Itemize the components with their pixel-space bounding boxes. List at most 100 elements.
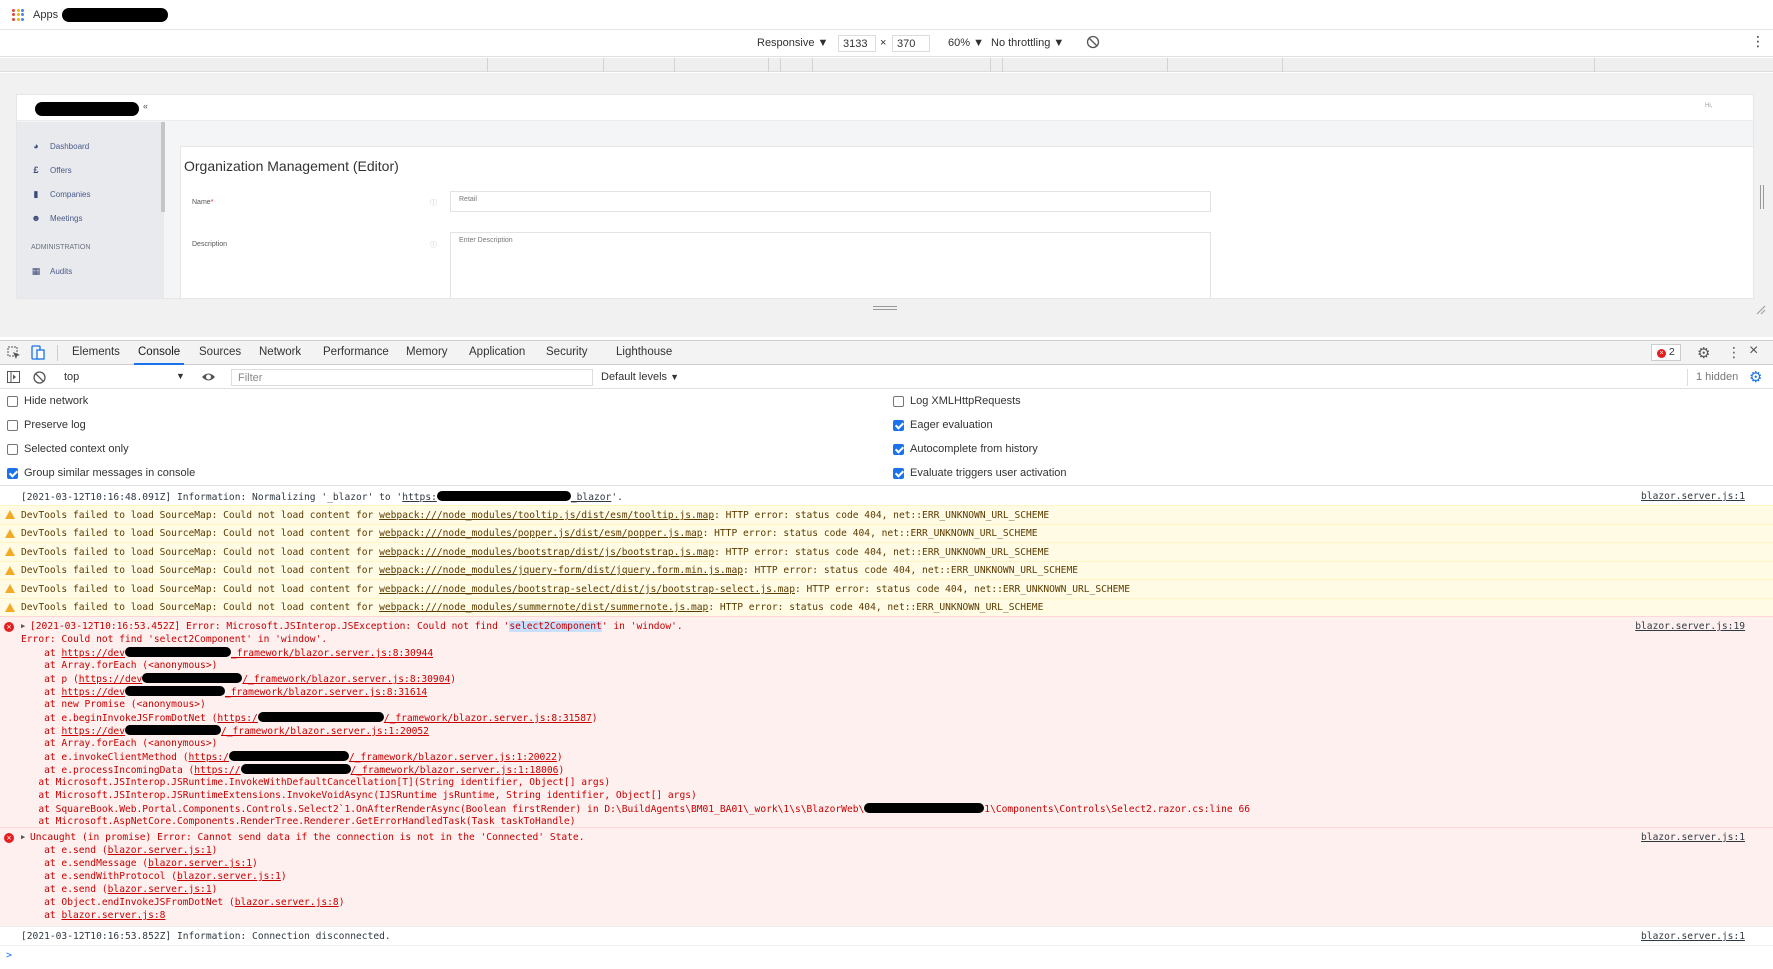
frame-link[interactable]: /_framework/blazor.server.js:1:20022	[349, 752, 557, 763]
hide-network-checkbox[interactable]: Hide network	[7, 395, 88, 407]
frame-link[interactable]: /_framework/blazor.server.js:1:18006	[351, 765, 559, 776]
frame-link[interactable]: https://dev	[61, 687, 125, 698]
frame-link[interactable]: https://dev	[79, 674, 143, 685]
message-text: DevTools failed to load SourceMap: Could…	[21, 510, 1049, 521]
eager-evaluation-checkbox[interactable]: Eager evaluation	[893, 419, 993, 431]
frame-suffix: )	[450, 674, 457, 685]
frame-link[interactable]: https://dev	[61, 726, 125, 737]
filter-input[interactable]: Filter	[231, 369, 593, 386]
checkbox-box	[893, 395, 904, 407]
error-count-badge[interactable]: × 2	[1651, 344, 1681, 361]
sourcemap-link[interactable]: webpack:///node_modules/bootstrap-select…	[379, 584, 795, 595]
expand-triangle-icon[interactable]: ▶	[21, 833, 25, 841]
sourcemap-link[interactable]: webpack:///node_modules/summernote/dist/…	[379, 602, 708, 613]
inspect-element-icon[interactable]	[7, 346, 21, 363]
frame-link[interactable]: https://dev	[61, 648, 125, 659]
frame-link[interactable]: /_framework/blazor.server.js:1:20052	[221, 726, 429, 737]
apps-label[interactable]: Apps	[33, 9, 58, 21]
sourcemap-link[interactable]: webpack:///node_modules/tooltip.js/dist/…	[379, 510, 714, 521]
source-link[interactable]: blazor.server.js:19	[1635, 621, 1745, 632]
tab-elements[interactable]: Elements	[72, 346, 120, 358]
frame-link[interactable]: _framework/blazor.server.js:8:31614	[225, 687, 427, 698]
frame-link[interactable]: /_framework/blazor.server.js:8:30904	[242, 674, 450, 685]
name-input[interactable]: Retail	[450, 191, 1211, 212]
sidebar-toggle-icon[interactable]	[7, 371, 20, 386]
frame-prefix: at	[21, 648, 62, 659]
sidebar-item-offers[interactable]: £ Offers	[31, 166, 71, 176]
description-textarea[interactable]: Enter Description	[450, 232, 1211, 298]
frame-link[interactable]: https:/	[189, 752, 229, 763]
log-xhr-checkbox[interactable]: Log XMLHttpRequests	[893, 395, 1021, 407]
apps-grid-icon[interactable]	[12, 8, 24, 21]
sidebar-item-companies[interactable]: ▮ Companies	[31, 190, 91, 200]
source-link[interactable]: blazor.server.js:1	[1641, 491, 1745, 502]
tab-network[interactable]: Network	[259, 346, 301, 358]
sidebar-item-dashboard[interactable]: ◕ Dashboard	[31, 142, 89, 152]
url-link[interactable]: _blazor	[571, 492, 611, 503]
frame-link[interactable]: blazor.server.js:8	[61, 910, 165, 921]
throttle-select[interactable]: No throttling ▼	[991, 37, 1064, 49]
corner-resize-icon[interactable]	[1756, 302, 1766, 315]
group-similar-checkbox[interactable]: Group similar messages in console	[7, 467, 195, 479]
frame-suffix: )	[211, 845, 218, 856]
media-query-ruler[interactable]	[0, 58, 1773, 72]
more-options-icon[interactable]: ⋮	[1751, 34, 1765, 48]
checkbox-label: Preserve log	[24, 419, 86, 431]
live-expression-eye-icon[interactable]	[201, 370, 216, 387]
frame-link[interactable]: blazor.server.js:1	[148, 858, 252, 869]
levels-select[interactable]: Default levels ▼	[601, 371, 679, 383]
source-link[interactable]: blazor.server.js:1	[1641, 931, 1745, 942]
tab-sources[interactable]: Sources	[199, 346, 241, 358]
frame-link[interactable]: /_framework/blazor.server.js:8:31587	[384, 713, 592, 724]
device-toggle-icon[interactable]	[31, 345, 45, 363]
settings-gear-icon[interactable]: ⚙	[1697, 344, 1710, 362]
admin-heading: ADMINISTRATION	[31, 244, 91, 251]
sidebar-item-meetings[interactable]: ☻ Meetings	[31, 214, 82, 224]
evaluate-triggers-checkbox[interactable]: Evaluate triggers user activation	[893, 467, 1067, 479]
source-link[interactable]: blazor.server.js:1	[1641, 832, 1745, 843]
console-settings-icon[interactable]: ⚙	[1749, 368, 1762, 386]
viewport-scrollbar[interactable]	[1760, 185, 1764, 209]
console-prompt[interactable]: >	[0, 945, 1773, 967]
tab-lighthouse[interactable]: Lighthouse	[616, 346, 672, 358]
url-link[interactable]: https:	[402, 492, 437, 503]
height-input[interactable]: 370	[892, 35, 930, 52]
device-select[interactable]: Responsive ▼	[757, 37, 828, 49]
checkbox-box	[7, 443, 18, 455]
tab-security[interactable]: Security	[546, 346, 588, 358]
frame-link[interactable]: blazor.server.js:1	[108, 884, 212, 895]
bookmarks-bar: Apps	[0, 0, 1773, 30]
page-title: Organization Management (Editor)	[184, 158, 399, 174]
tab-memory[interactable]: Memory	[406, 346, 448, 358]
sourcemap-link[interactable]: webpack:///node_modules/popper.js/dist/e…	[379, 528, 702, 539]
tab-console[interactable]: Console	[133, 346, 185, 365]
frame-link[interactable]: _framework/blazor.server.js:8:30944	[231, 648, 433, 659]
preserve-log-checkbox[interactable]: Preserve log	[7, 419, 86, 431]
width-input[interactable]: 3133	[838, 35, 876, 52]
frame-link[interactable]: blazor.server.js:8	[235, 897, 339, 908]
close-devtools-icon[interactable]: ×	[1749, 342, 1758, 360]
checkbox-label: Autocomplete from history	[910, 443, 1038, 455]
tab-application[interactable]: Application	[469, 346, 525, 358]
clear-console-icon[interactable]	[33, 371, 46, 387]
zoom-select[interactable]: 60% ▼	[948, 37, 984, 49]
tab-performance[interactable]: Performance	[323, 346, 389, 358]
sourcemap-link[interactable]: webpack:///node_modules/bootstrap/dist/j…	[379, 547, 714, 558]
frame-link[interactable]: blazor.server.js:1	[108, 845, 212, 856]
frame-link[interactable]: https:/	[217, 713, 257, 724]
redacted-bookmark	[62, 7, 169, 22]
devtools-menu-icon[interactable]: ⋮	[1727, 344, 1741, 361]
sourcemap-link[interactable]: webpack:///node_modules/jquery-form/dist…	[379, 565, 743, 576]
collapse-sidebar-icon[interactable]: «	[143, 101, 148, 111]
frame-link[interactable]: https://	[194, 765, 240, 776]
context-select[interactable]: top ▼	[64, 371, 185, 383]
rotate-icon[interactable]	[1086, 35, 1100, 52]
autocomplete-history-checkbox[interactable]: Autocomplete from history	[893, 443, 1038, 455]
selected-context-only-checkbox[interactable]: Selected context only	[7, 443, 129, 455]
frame-link[interactable]: blazor.server.js:1	[177, 871, 281, 882]
resize-handle[interactable]	[873, 306, 897, 312]
sidebar-scrollbar[interactable]	[161, 122, 165, 212]
console-message-warning: DevTools failed to load SourceMap: Could…	[0, 542, 1773, 561]
sidebar-item-audits[interactable]: ▦ Audits	[31, 267, 73, 277]
expand-triangle-icon[interactable]: ▶	[21, 622, 25, 630]
